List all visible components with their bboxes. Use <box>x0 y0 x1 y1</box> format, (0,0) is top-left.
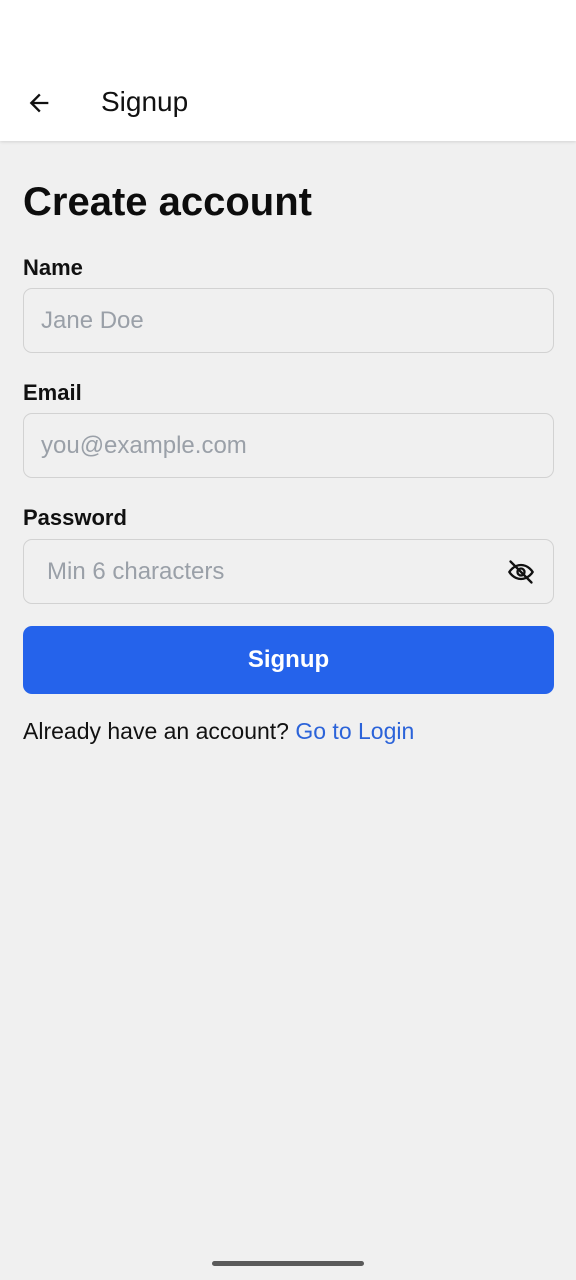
email-input[interactable] <box>24 431 553 460</box>
toggle-password-visibility-button[interactable] <box>505 556 537 588</box>
form-heading: Create account <box>23 180 312 224</box>
eye-off-icon <box>508 560 534 584</box>
back-button[interactable] <box>14 78 64 128</box>
email-field[interactable] <box>23 413 554 478</box>
password-field[interactable] <box>23 539 554 604</box>
go-to-login-link[interactable]: Go to Login <box>295 718 414 744</box>
email-label: Email <box>23 380 82 405</box>
signup-button[interactable]: Signup <box>23 626 554 694</box>
page-title: Signup <box>101 86 189 117</box>
home-indicator[interactable] <box>212 1261 364 1266</box>
name-field[interactable] <box>23 288 554 353</box>
password-input[interactable] <box>24 557 553 586</box>
login-prompt-text: Already have an account? <box>23 718 289 744</box>
name-input[interactable] <box>24 306 553 335</box>
name-label: Name <box>23 255 83 280</box>
arrow-left-icon <box>29 93 49 113</box>
login-prompt: Already have an account? Go to Login <box>23 718 414 745</box>
app-bar: Signup <box>0 0 576 141</box>
password-label: Password <box>23 505 127 530</box>
